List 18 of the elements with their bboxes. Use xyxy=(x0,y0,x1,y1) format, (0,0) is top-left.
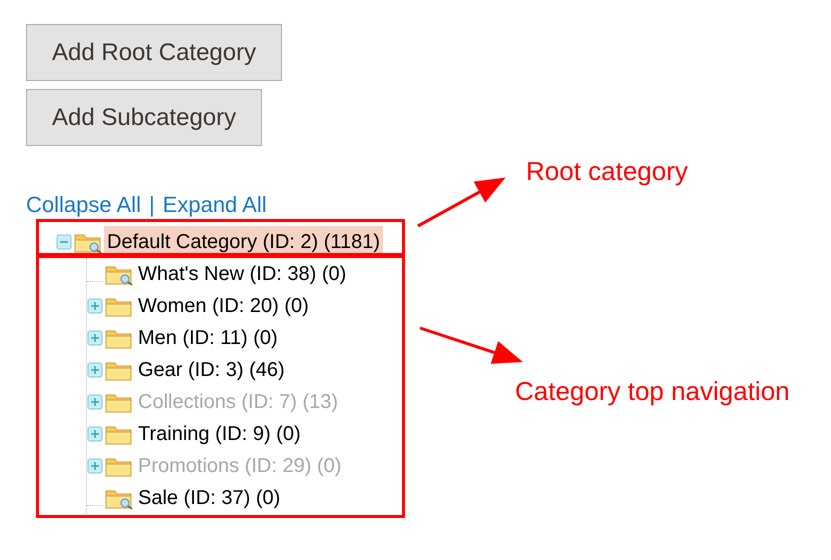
category-node[interactable]: What's New (ID: 38) (0) xyxy=(135,258,350,290)
annotation-label: Root category xyxy=(526,158,688,184)
annotation-label: Category top navigation xyxy=(515,378,790,404)
add-category-button[interactable]: Add Root Category xyxy=(26,24,282,81)
expand-all-link[interactable]: Expand All xyxy=(162,194,267,216)
collapse-all-link[interactable]: Collapse All xyxy=(26,194,141,216)
category-node[interactable]: Sale (ID: 37) (0) xyxy=(135,482,284,514)
collapse-icon[interactable] xyxy=(56,234,72,250)
category-node[interactable]: Men (ID: 11) (0) xyxy=(135,322,281,354)
expand-icon[interactable] xyxy=(87,362,103,378)
link-separator: | xyxy=(148,194,155,216)
expand-icon[interactable] xyxy=(87,330,103,346)
expand-icon[interactable] xyxy=(87,426,103,442)
category-node[interactable]: Gear (ID: 3) (46) xyxy=(135,354,288,386)
category-node[interactable]: Training (ID: 9) (0) xyxy=(135,418,304,450)
category-node[interactable]: Women (ID: 20) (0) xyxy=(135,290,312,322)
expand-icon[interactable] xyxy=(87,298,103,314)
add-category-button[interactable]: Add Subcategory xyxy=(26,89,262,146)
